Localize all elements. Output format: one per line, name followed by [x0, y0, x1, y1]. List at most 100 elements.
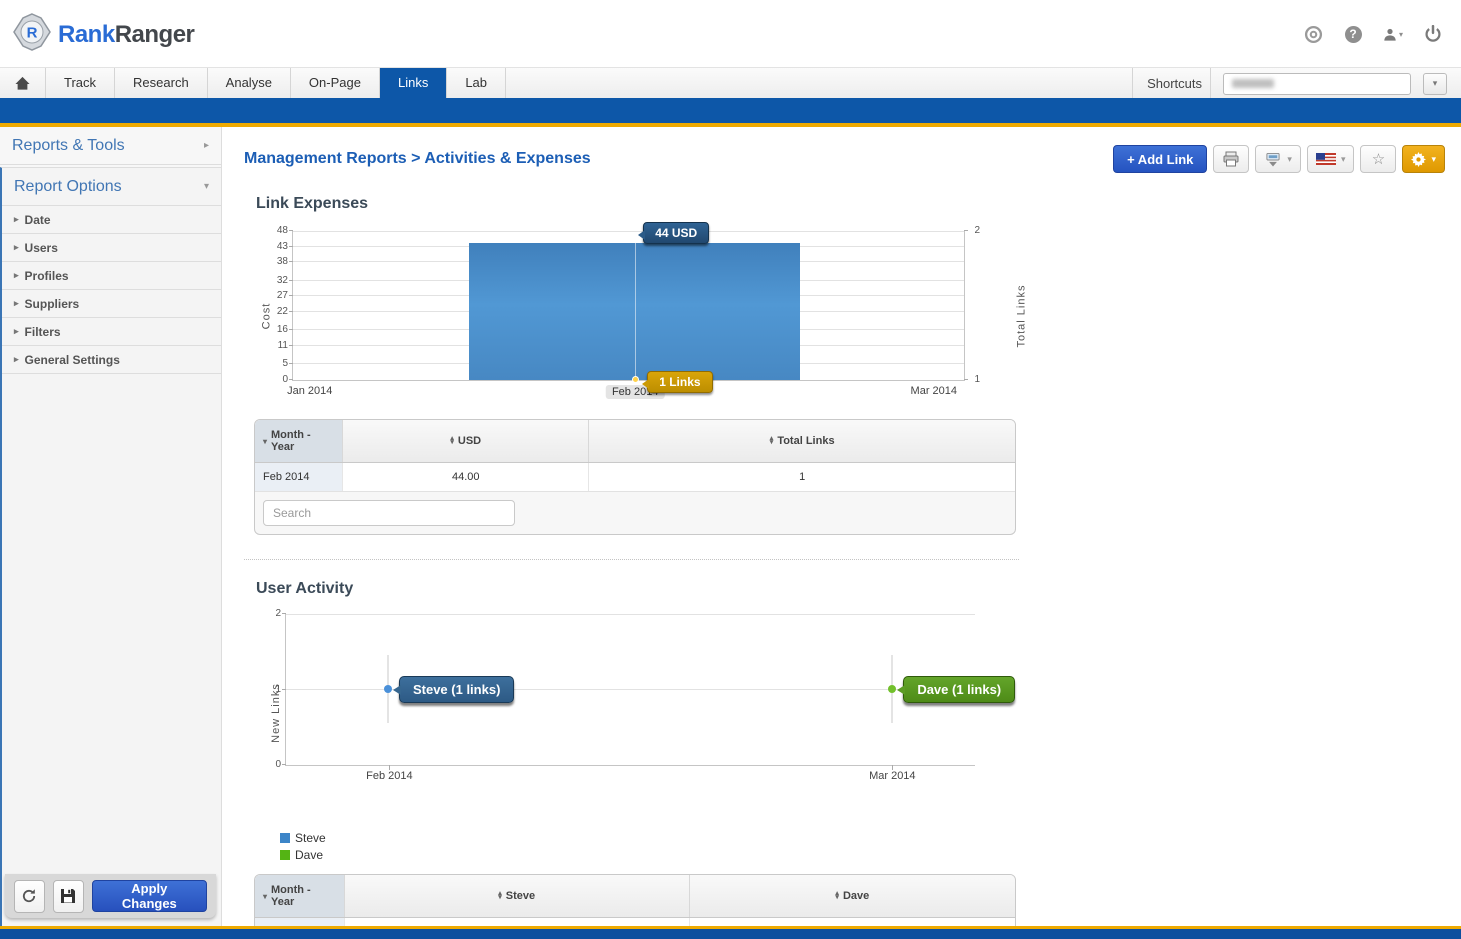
sidebar-items: ▸Date▸Users▸Profiles▸Suppliers▸Filters▸G… — [2, 206, 221, 374]
user-activity-table: ▾Month - Year▴▾Steve▴▾DaveMar 20141Feb 2… — [254, 874, 1016, 926]
table-header-row: ▾Month - Year▴▾USD▴▾Total Links — [255, 420, 1015, 463]
arrow-right-icon: ▸ — [14, 242, 19, 253]
y-axis-tick-label: 27 — [262, 290, 288, 301]
column-header-total-links[interactable]: ▴▾Total Links — [589, 420, 1015, 462]
printer-icon — [1222, 151, 1240, 167]
app-header: R RankRanger ? ▾ — [0, 0, 1461, 67]
sidebar-item-filters[interactable]: ▸Filters — [2, 318, 221, 346]
sidebar-footer: Apply Changes — [5, 874, 216, 918]
gear-icon — [1411, 152, 1426, 167]
table-search-input[interactable] — [263, 500, 515, 526]
x-axis-label-mar-2014: Mar 2014 — [911, 385, 957, 397]
brand-name: RankRanger — [58, 21, 194, 49]
legend-swatch-dave — [280, 850, 290, 860]
nav-tab-track[interactable]: Track — [46, 68, 115, 98]
bullseye-icon[interactable] — [1303, 24, 1323, 44]
user-activity-chart: 012Feb 2014Mar 2014Steve (1 links)Dave (… — [254, 610, 1039, 815]
nav-tab-on-page[interactable]: On-Page — [291, 68, 380, 98]
y-axis-tick-label: 5 — [262, 358, 288, 369]
shortcuts-selected-value — [1232, 79, 1274, 88]
x-axis-label-mar-2014: Mar 2014 — [869, 770, 915, 782]
tooltip-links: 1 Links — [647, 371, 712, 393]
column-header-usd[interactable]: ▴▾USD — [343, 420, 589, 462]
arrow-right-icon: ▸ — [14, 270, 19, 281]
arrow-right-icon: ▸ — [204, 140, 209, 151]
x-axis-label-jan-2014: Jan 2014 — [287, 385, 332, 397]
y-axis-tick-label: 0 — [262, 374, 288, 385]
section-title-user-activity: User Activity — [256, 580, 1461, 598]
section-title-link-expenses: Link Expenses — [256, 195, 1461, 213]
language-button[interactable]: ▾ — [1307, 145, 1355, 173]
refresh-button[interactable] — [14, 880, 45, 913]
help-glyph: ? — [1349, 27, 1356, 41]
shortcuts-select[interactable] — [1223, 73, 1411, 95]
settings-button[interactable]: ▾ — [1402, 145, 1445, 173]
legend-item-steve[interactable]: Steve — [280, 831, 1461, 845]
save-icon — [60, 888, 76, 904]
arrow-right-icon: ▸ — [14, 298, 19, 309]
favorite-button[interactable]: ☆ — [1360, 145, 1396, 173]
chevron-down-icon: ▾ — [1287, 154, 1292, 165]
sidebar-item-suppliers[interactable]: ▸Suppliers — [2, 290, 221, 318]
expense-bar-feb-2014[interactable] — [469, 243, 800, 380]
nav-tab-lab[interactable]: Lab — [447, 68, 506, 98]
sidebar-reports-tools[interactable]: Reports & Tools ▸ — [0, 127, 221, 165]
y-axis-tick-label: 2 — [255, 608, 281, 619]
print-button[interactable] — [1213, 145, 1249, 173]
sidebar: Reports & Tools ▸ Report Options ▾ ▸Date… — [0, 127, 222, 926]
table-row: Mar 20141 — [255, 918, 1015, 926]
home-icon — [15, 76, 30, 90]
nav-tab-links[interactable]: Links — [380, 68, 447, 98]
y-axis-tick-label: 0 — [255, 759, 281, 770]
sidebar-item-users[interactable]: ▸Users — [2, 234, 221, 262]
shortcuts-label: Shortcuts — [1132, 68, 1211, 99]
y-axis-title-cost: Cost — [260, 303, 272, 330]
help-icon[interactable]: ? — [1343, 24, 1363, 44]
chevron-down-icon: ▾ — [204, 181, 209, 192]
sidebar-item-general-settings[interactable]: ▸General Settings — [2, 346, 221, 374]
link-expenses-chart: 05111622273238434812Jan 2014Feb 2014Mar … — [254, 225, 1039, 407]
nav-tab-home[interactable] — [0, 68, 46, 98]
section-divider — [244, 559, 1019, 560]
save-button[interactable] — [53, 880, 84, 913]
column-header-month-year[interactable]: ▾Month - Year — [255, 875, 345, 917]
power-icon[interactable] — [1423, 24, 1443, 44]
sidebar-item-profiles[interactable]: ▸Profiles — [2, 262, 221, 290]
column-header-month-year[interactable]: ▾Month - Year — [255, 420, 343, 462]
add-link-button[interactable]: + Add Link — [1113, 145, 1207, 173]
chevron-down-icon: ▾ — [1431, 154, 1436, 165]
export-button[interactable]: ▾ — [1255, 145, 1301, 173]
data-point-steve[interactable] — [384, 685, 392, 693]
arrow-right-icon: ▸ — [14, 354, 19, 365]
data-point-dave[interactable] — [888, 685, 896, 693]
y-axis-tick-label: 38 — [262, 256, 288, 267]
y-axis-title-new-links: New Links — [270, 683, 282, 743]
sort-desc-icon: ▾ — [263, 892, 267, 901]
apply-changes-button[interactable]: Apply Changes — [92, 880, 207, 912]
brand-logo[interactable]: R RankRanger — [12, 12, 194, 57]
nav-tab-research[interactable]: Research — [115, 68, 208, 98]
nav-tab-analyse[interactable]: Analyse — [208, 68, 291, 98]
column-header-dave[interactable]: ▴▾Dave — [690, 875, 1015, 917]
link-expenses-table: ▾Month - Year▴▾USD▴▾Total LinksFeb 20144… — [254, 419, 1016, 535]
column-header-steve[interactable]: ▴▾Steve — [345, 875, 690, 917]
legend-item-dave[interactable]: Dave — [280, 848, 1461, 862]
table-row: Feb 201444.001 — [255, 463, 1015, 492]
shortcuts-caret-button[interactable]: ▾ — [1423, 73, 1447, 95]
report-options-label: Report Options — [14, 178, 122, 196]
sidebar-report-options[interactable]: Report Options ▾ — [2, 168, 221, 206]
tooltip-usd: 44 USD — [643, 222, 709, 244]
sort-icon: ▴▾ — [498, 892, 502, 901]
chevron-down-icon: ▾ — [1341, 154, 1346, 165]
app-window: R RankRanger ? ▾ TrackResearchAna — [0, 0, 1461, 939]
chart-plot-area: 05111622273238434812Jan 2014Feb 2014Mar … — [292, 231, 965, 381]
report-options-panel: Report Options ▾ ▸Date▸Users▸Profiles▸Su… — [0, 167, 221, 926]
table-header-row: ▾Month - Year▴▾Steve▴▾Dave — [255, 875, 1015, 918]
y-axis-tick-label: 43 — [262, 241, 288, 252]
bar-marker-dot — [632, 376, 639, 383]
user-icon[interactable]: ▾ — [1383, 24, 1403, 44]
y-axis-title-total-links: Total Links — [1016, 285, 1028, 348]
table-cell: 1 — [589, 463, 1015, 491]
arrow-right-icon: ▸ — [14, 214, 19, 225]
sidebar-item-date[interactable]: ▸Date — [2, 206, 221, 234]
